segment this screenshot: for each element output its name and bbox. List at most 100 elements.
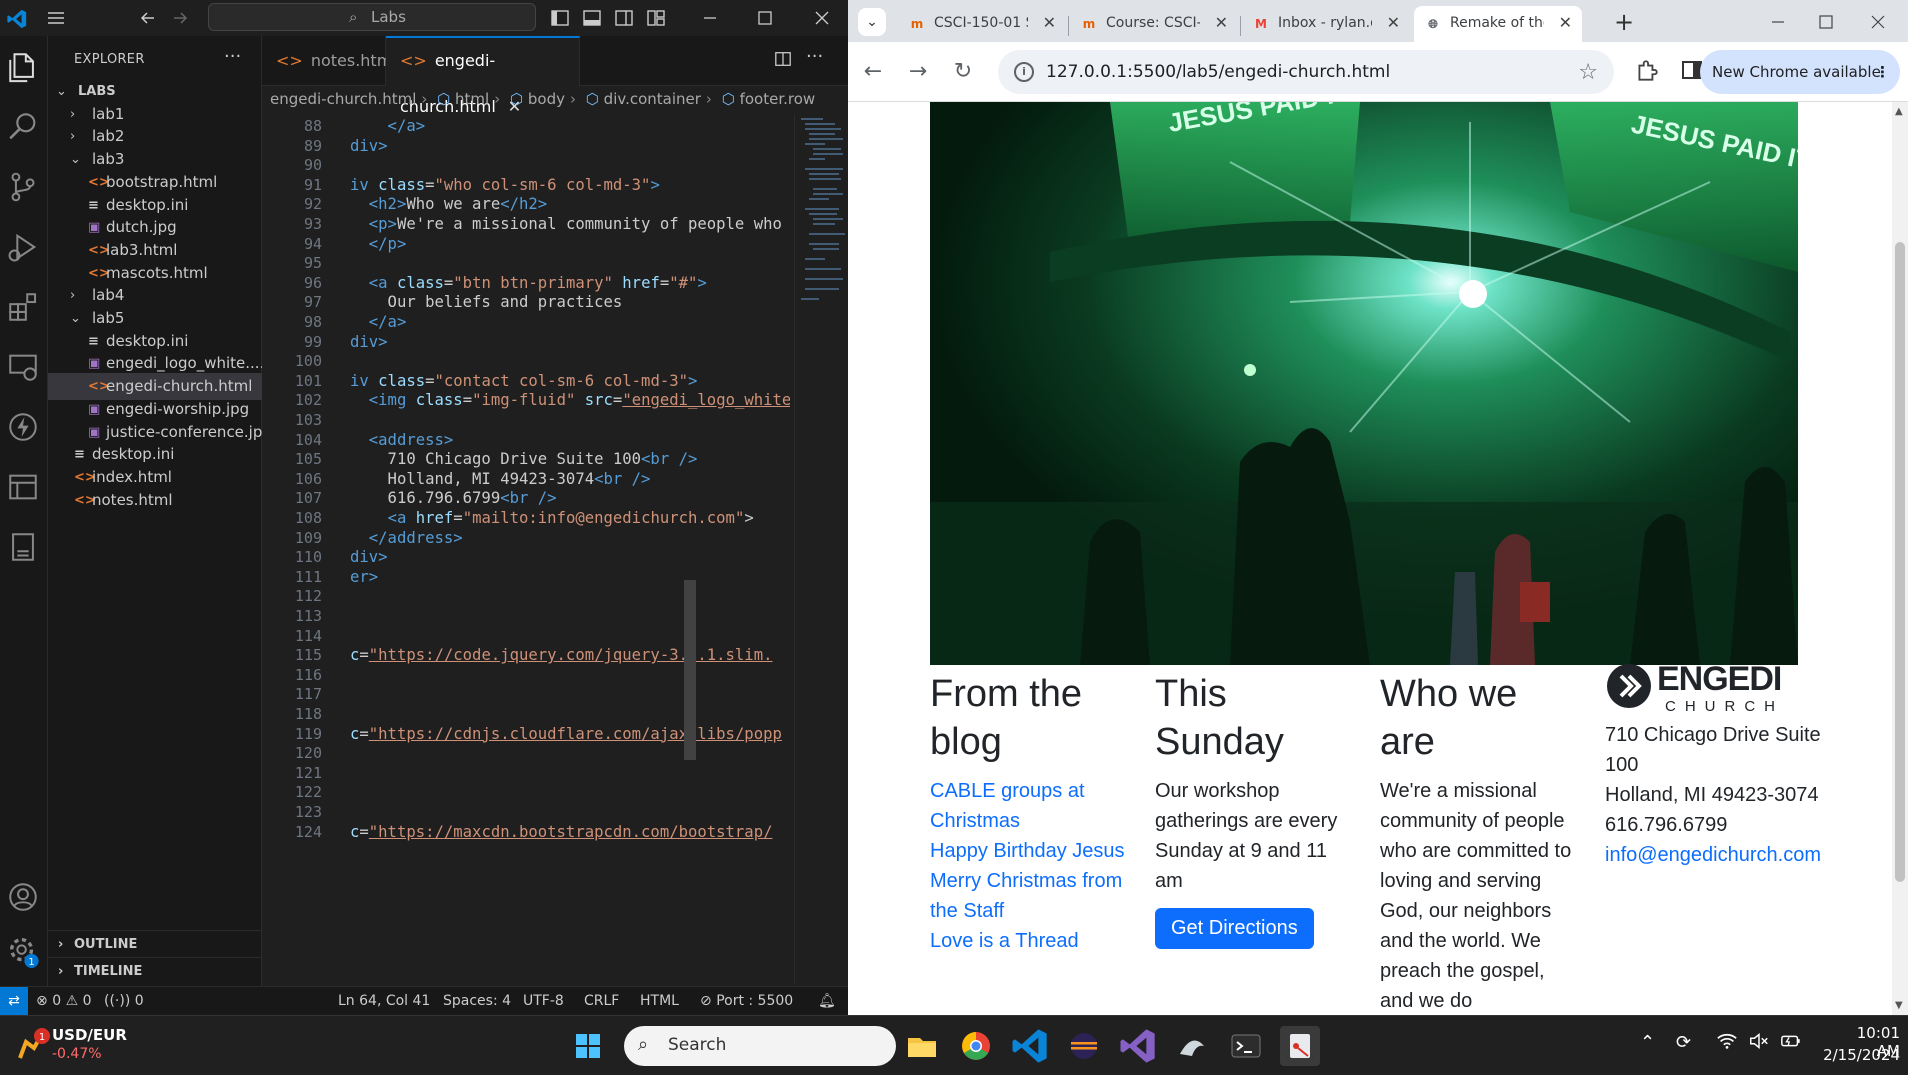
blog-link[interactable]: Love is a Thread xyxy=(930,926,1130,956)
blog-link[interactable]: Happy Birthday Jesus xyxy=(930,836,1130,866)
terminal-icon[interactable] xyxy=(1226,1026,1266,1066)
run-debug-icon[interactable] xyxy=(6,230,42,266)
search-icon[interactable] xyxy=(6,110,42,146)
reload-icon[interactable]: ↻ xyxy=(948,57,978,87)
customize-layout-icon[interactable] xyxy=(646,8,668,28)
remote-indicator-icon[interactable]: ⇄ xyxy=(0,987,28,1016)
notifications-bell-icon[interactable]: 🔔︎ xyxy=(818,993,836,1009)
minimap[interactable] xyxy=(794,114,846,984)
menu-icon[interactable] xyxy=(46,8,68,28)
close-icon[interactable] xyxy=(812,8,834,28)
language-mode[interactable]: HTML xyxy=(640,993,679,1009)
encoding-status[interactable]: UTF-8 xyxy=(523,993,564,1009)
explorer-icon[interactable] xyxy=(6,50,42,86)
eclipse-icon[interactable] xyxy=(1064,1026,1104,1066)
source-control-icon[interactable] xyxy=(6,170,42,206)
more-actions-icon[interactable]: ··· xyxy=(224,46,241,67)
windows-start-icon[interactable] xyxy=(568,1026,608,1066)
get-directions-button[interactable]: Get Directions xyxy=(1155,908,1314,949)
blog-link[interactable]: CABLE groups at Christmas xyxy=(930,776,1130,836)
close-tab-icon[interactable]: ✕ xyxy=(1043,13,1056,32)
battery-icon[interactable] xyxy=(1780,1030,1802,1052)
forward-arrow-icon[interactable]: → xyxy=(903,57,933,87)
back-arrow-icon[interactable]: ← xyxy=(858,57,888,87)
page-scrollbar[interactable]: ▲ ▼ xyxy=(1892,102,1908,1015)
code-token: = xyxy=(443,273,454,292)
toggle-panel-icon[interactable] xyxy=(582,8,604,28)
new-tab-plus-icon[interactable]: + xyxy=(1614,8,1634,36)
accounts-icon[interactable] xyxy=(6,880,42,916)
indentation-status[interactable]: Spaces: 4 xyxy=(443,993,511,1009)
breadcrumb-item[interactable]: body xyxy=(528,90,565,108)
breadcrumb-item[interactable]: footer.row xyxy=(740,90,816,108)
command-center[interactable]: ⌕ Labs xyxy=(208,3,536,31)
split-editor-icon[interactable] xyxy=(774,50,792,68)
extensions-puzzle-icon[interactable] xyxy=(1634,58,1660,84)
maximize-icon[interactable] xyxy=(755,8,777,28)
wireshark-icon[interactable] xyxy=(1172,1026,1212,1066)
close-icon[interactable] xyxy=(1868,12,1888,32)
scrollbar-thumb[interactable] xyxy=(1895,242,1905,882)
problems-status[interactable]: ⊗ 0 ⚠ 0 xyxy=(36,993,92,1009)
stock-ticker-widget[interactable]: 1 xyxy=(12,1028,52,1064)
tab-engedi-church-html[interactable]: <> engedi-church.html ✕ xyxy=(386,36,580,116)
bookmark-star-icon[interactable]: ☆ xyxy=(1578,60,1598,85)
browser-tab[interactable]: m CSCI-150-01 S ✕ xyxy=(898,6,1066,42)
chrome-icon[interactable] xyxy=(956,1026,996,1066)
tree-file[interactable]: <> notes.html xyxy=(48,487,262,514)
taskbar-search-box[interactable]: ⌕ Search xyxy=(624,1026,896,1066)
scroll-down-arrow-icon[interactable]: ▼ xyxy=(1895,1000,1903,1011)
editor-scrollbar[interactable] xyxy=(684,580,696,760)
address-bar[interactable]: i 127.0.0.1:5500/lab5/engedi-church.html… xyxy=(998,50,1614,94)
breadcrumb-item[interactable]: div.container xyxy=(604,90,701,108)
site-info-icon[interactable]: i xyxy=(1014,62,1034,82)
breadcrumb-item[interactable]: engedi-church.html xyxy=(270,90,416,108)
breadcrumb-item[interactable]: html xyxy=(455,90,489,108)
close-tab-icon[interactable]: ✕ xyxy=(1215,13,1228,32)
notebook-icon[interactable] xyxy=(6,530,42,566)
browser-tab[interactable]: m Course: CSCI-1 ✕ xyxy=(1070,6,1238,42)
minimize-icon[interactable] xyxy=(1768,12,1788,32)
outline-section[interactable]: › OUTLINE xyxy=(48,930,262,957)
browser-tab[interactable]: M Inbox - rylan.d ✕ xyxy=(1242,6,1410,42)
toggle-secondary-sidebar-icon[interactable] xyxy=(614,8,636,28)
toggle-sidebar-icon[interactable] xyxy=(550,8,572,28)
panels-icon[interactable] xyxy=(6,470,42,506)
minimize-icon[interactable] xyxy=(700,8,722,28)
editor-more-actions-icon[interactable]: ··· xyxy=(806,46,823,67)
email-link[interactable]: info@engedichurch.com xyxy=(1605,840,1825,870)
eol-status[interactable]: CRLF xyxy=(584,993,619,1009)
code-area[interactable]: </a> div> iv class="who col-sm-6 col-md-3"… xyxy=(350,114,790,984)
live-server-status[interactable]: ⊘ Port : 5500 xyxy=(700,993,793,1009)
file-explorer-icon[interactable] xyxy=(902,1026,942,1066)
clock-date[interactable]: 2/15/2024 xyxy=(1822,1046,1900,1064)
lightning-icon[interactable] xyxy=(6,410,42,446)
close-tab-icon[interactable]: ✕ xyxy=(1559,13,1572,32)
close-tab-icon[interactable]: ✕ xyxy=(1387,13,1400,32)
browser-tab[interactable]: 🌐︎ Remake of the ✕ xyxy=(1414,6,1582,42)
maximize-icon[interactable] xyxy=(1816,12,1836,32)
remote-explorer-icon[interactable] xyxy=(6,350,42,386)
side-panel-icon[interactable] xyxy=(1680,58,1704,82)
hero-worship-photo: JESUS PAID IT ALL ALL TO HIM I OWE JESUS… xyxy=(930,102,1798,665)
wifi-icon[interactable] xyxy=(1716,1030,1738,1052)
volume-muted-icon[interactable] xyxy=(1748,1030,1770,1052)
ports-status[interactable]: ((·)) 0 xyxy=(104,993,144,1009)
tab-search-chevron-icon[interactable]: ⌄ xyxy=(858,8,886,36)
visual-studio-icon[interactable] xyxy=(1118,1026,1158,1066)
manage-gear-icon[interactable]: 1 xyxy=(6,934,42,970)
back-arrow-icon[interactable] xyxy=(138,8,160,28)
snipping-tool-icon[interactable] xyxy=(1280,1026,1320,1066)
tab-notes-html[interactable]: <> notes.html xyxy=(262,36,397,86)
gmail-icon: M xyxy=(1255,17,1267,31)
timeline-section[interactable]: › TIMELINE xyxy=(48,957,262,984)
profile-avatar-icon[interactable] xyxy=(1726,56,1756,86)
sync-status-icon[interactable]: ⟳ xyxy=(1676,1032,1691,1053)
scroll-up-arrow-icon[interactable]: ▲ xyxy=(1895,106,1903,117)
vscode-taskbar-icon[interactable] xyxy=(1010,1026,1050,1066)
show-hidden-icons-chevron-icon[interactable]: ⌃ xyxy=(1640,1032,1655,1053)
cursor-position[interactable]: Ln 64, Col 41 xyxy=(338,993,430,1009)
extensions-icon[interactable] xyxy=(6,290,42,326)
forward-arrow-icon[interactable] xyxy=(170,8,192,28)
blog-link[interactable]: Merry Christmas from the Staff xyxy=(930,866,1130,926)
